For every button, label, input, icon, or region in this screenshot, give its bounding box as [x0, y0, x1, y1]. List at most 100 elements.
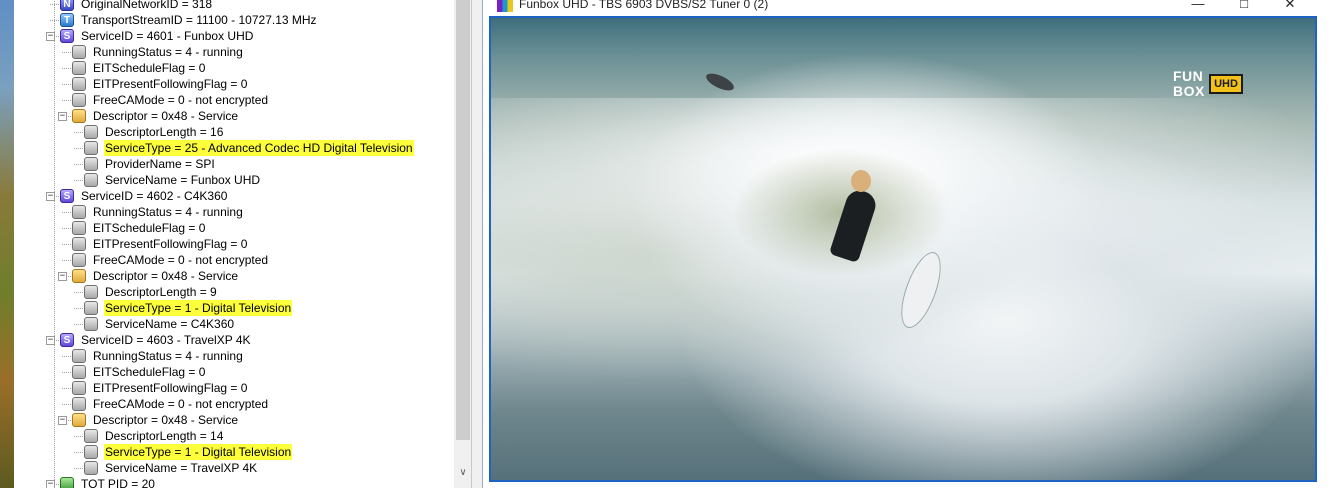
tree-node-label: EITPresentFollowingFlag = 0	[93, 237, 248, 251]
tree-guide-line	[62, 84, 71, 85]
service-node-icon: S	[60, 333, 74, 347]
network-node-icon: N	[60, 0, 74, 11]
tree-guide-line	[62, 356, 71, 357]
tree-guide-line	[74, 148, 83, 149]
field-leaf-icon	[72, 205, 86, 219]
tree-node-label: ServiceName = TravelXP 4K	[105, 461, 258, 475]
tree-node-label: EITPresentFollowingFlag = 0	[93, 381, 248, 395]
tree-node-label: DescriptorLength = 9	[105, 285, 217, 299]
channel-logo: FUN BOX UHD	[1173, 68, 1243, 104]
tree-guide-line	[62, 100, 71, 101]
field-leaf-icon	[72, 221, 86, 235]
tree-guide-line	[62, 52, 71, 53]
collapse-toggle-icon[interactable]: −	[58, 272, 67, 281]
field-leaf-icon	[72, 253, 86, 267]
window-title: Funbox UHD - TBS 6903 DVBS/S2 Tuner 0 (2…	[519, 0, 769, 11]
field-leaf-icon	[84, 173, 98, 187]
tree-guide-line	[74, 308, 83, 309]
tree-node-label: EITScheduleFlag = 0	[93, 221, 206, 235]
field-leaf-icon	[84, 429, 98, 443]
field-leaf-icon	[84, 125, 98, 139]
tree-guide-line	[62, 388, 71, 389]
descriptor-folder-icon	[72, 413, 86, 427]
desktop-background	[0, 0, 14, 488]
channel-logo-badge: UHD	[1209, 74, 1243, 94]
tree-guide-line	[74, 180, 83, 181]
field-leaf-icon	[84, 461, 98, 475]
service-tree-panel[interactable]: N OriginalNetworkID = 318 T TransportStream…	[14, 0, 472, 488]
tree-node-label: FreeCAMode = 0 - not encrypted	[93, 253, 269, 267]
transport-node-icon: T	[60, 13, 74, 27]
minimize-icon[interactable]: —	[1175, 0, 1221, 16]
channel-logo-line2: BOX	[1173, 83, 1205, 99]
tree-node-label: RunningStatus = 4 - running	[93, 45, 243, 59]
tree-node-label-highlighted: ServiceType = 1 - Digital Television	[104, 444, 293, 460]
field-leaf-icon	[84, 317, 98, 331]
service-node-icon: S	[60, 189, 74, 203]
tree-node-label: EITPresentFollowingFlag = 0	[93, 77, 248, 91]
tree-guide-line	[74, 132, 83, 133]
tree-scrollbar[interactable]: ∨	[454, 0, 471, 488]
tree-node-label: FreeCAMode = 0 - not encrypted	[93, 397, 269, 411]
field-leaf-icon	[72, 61, 86, 75]
tree-guide-line	[74, 468, 83, 469]
tree-guide-line	[74, 164, 83, 165]
tree-node-label: ServiceName = C4K360	[105, 317, 235, 331]
tree-guide-line	[74, 324, 83, 325]
tree-node-label: RunningStatus = 4 - running	[93, 205, 243, 219]
tree-node-label: RunningStatus = 4 - running	[93, 349, 243, 363]
tree-node-label: DescriptorLength = 14	[105, 429, 224, 443]
collapse-toggle-icon[interactable]: −	[58, 112, 67, 121]
seabird	[703, 70, 737, 94]
field-leaf-icon	[72, 93, 86, 107]
tree-node-label: ServiceName = Funbox UHD	[105, 173, 261, 187]
tree-node-label: Descriptor = 0x48 - Service	[93, 109, 239, 123]
tree-guide-line	[74, 452, 83, 453]
field-leaf-icon	[72, 77, 86, 91]
video-window[interactable]: Funbox UHD - TBS 6903 DVBS/S2 Tuner 0 (2…	[482, 0, 1342, 488]
tree-guide-line	[74, 436, 83, 437]
tree-node-label: EITScheduleFlag = 0	[93, 365, 206, 379]
descriptor-folder-icon	[72, 269, 86, 283]
field-leaf-icon	[84, 157, 98, 171]
field-leaf-icon	[72, 397, 86, 411]
field-leaf-icon	[84, 301, 98, 315]
field-leaf-icon	[84, 141, 98, 155]
tree-guide-line	[62, 404, 71, 405]
tree-node-label: EITScheduleFlag = 0	[93, 61, 206, 75]
field-leaf-icon	[84, 445, 98, 459]
tree-node-label: DescriptorLength = 16	[105, 125, 224, 139]
field-leaf-icon	[72, 237, 86, 251]
tree-guide-line	[62, 372, 71, 373]
field-leaf-icon	[72, 349, 86, 363]
field-leaf-icon	[72, 365, 86, 379]
field-leaf-icon	[84, 285, 98, 299]
tree-node-label-highlighted: ServiceType = 25 - Advanced Codec HD Dig…	[104, 140, 414, 156]
surfer-head	[851, 170, 871, 192]
table-node-icon	[60, 477, 74, 488]
collapse-toggle-icon[interactable]: −	[58, 416, 67, 425]
service-node-icon: S	[60, 29, 74, 43]
app-icon	[497, 0, 513, 12]
close-icon[interactable]: ✕	[1267, 0, 1313, 16]
tree-node-label: ProviderName = SPI	[105, 157, 215, 171]
tree-guide-line	[62, 244, 71, 245]
tree-node-label: FreeCAMode = 0 - not encrypted	[93, 93, 269, 107]
title-bar[interactable]: Funbox UHD - TBS 6903 DVBS/S2 Tuner 0 (2…	[483, 0, 1342, 16]
maximize-icon[interactable]: □	[1221, 0, 1267, 16]
tree-guide-line	[54, 0, 55, 484]
field-leaf-icon	[72, 381, 86, 395]
tree-node-label: ServiceID = 4601 - Funbox UHD	[81, 29, 254, 43]
tree-node-label: ServiceID = 4602 - C4K360	[81, 189, 228, 203]
tree-guide-line	[62, 212, 71, 213]
scrollbar-thumb[interactable]	[456, 0, 470, 440]
tree-node-label: TOT PID = 20	[81, 477, 155, 488]
field-leaf-icon	[72, 45, 86, 59]
tree-node-label: ServiceID = 4603 - TravelXP 4K	[81, 333, 251, 347]
scroll-down-arrow-icon[interactable]: ∨	[454, 464, 471, 482]
channel-logo-line1: FUN	[1173, 68, 1204, 84]
tree-node-label: Descriptor = 0x48 - Service	[93, 413, 239, 427]
tree-node-label: Descriptor = 0x48 - Service	[93, 269, 239, 283]
video-frame[interactable]: FUN BOX UHD	[489, 16, 1317, 482]
tree-node-label: TransportStreamID = 11100 - 10727.13 MHz	[81, 13, 317, 27]
